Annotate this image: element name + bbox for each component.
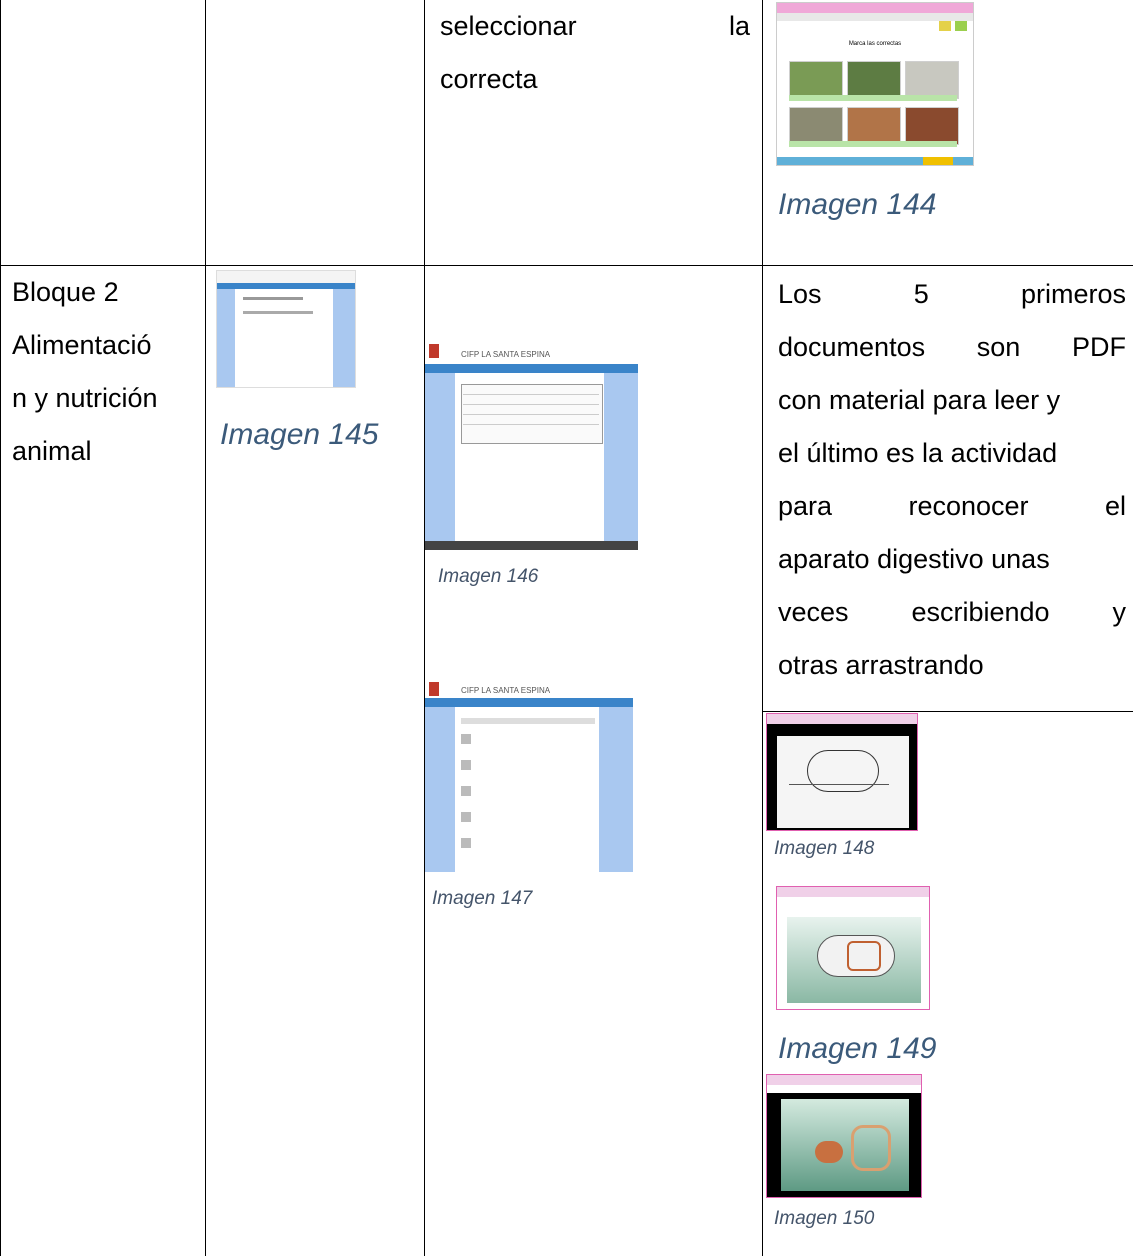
text-word: veces — [778, 597, 849, 627]
site-title: CIFP LA SANTA ESPINA — [461, 686, 551, 695]
text-line: otras arrastrando — [778, 650, 984, 680]
site-title: CIFP LA SANTA ESPINA — [461, 350, 551, 359]
text-line: n y nutrición — [12, 383, 158, 413]
caption-imagen-147: Imagen 147 — [432, 888, 533, 909]
row1-col3-text: seleccionar la correcta — [440, 0, 750, 106]
table-col-divider-2 — [424, 0, 425, 1256]
text-word: Los — [778, 279, 822, 309]
text-line: correcta — [440, 64, 538, 94]
screenshot-144: Marca las correctas — [776, 2, 974, 166]
text-line: aparato digestivo unas — [778, 544, 1050, 574]
text-word: primeros — [1020, 279, 1126, 309]
text-word: 5 — [913, 279, 929, 309]
caption-imagen-146: Imagen 146 — [438, 566, 539, 587]
text-word: seleccionar — [440, 11, 577, 41]
caption-imagen-148: Imagen 148 — [774, 838, 875, 859]
screenshot-150 — [766, 1074, 922, 1198]
table-col-divider-1 — [205, 0, 206, 1256]
img144-title: Marca las correctas — [848, 41, 902, 47]
text-word: la — [728, 11, 750, 41]
text-word: documentos — [778, 332, 926, 362]
screenshot-149 — [776, 886, 930, 1010]
text-line: con material para leer y — [778, 385, 1061, 415]
caption-imagen-150: Imagen 150 — [774, 1208, 875, 1229]
screenshot-147: CIFP LA SANTA ESPINA — [425, 676, 633, 872]
caption-imagen-145: Imagen 145 — [220, 418, 379, 451]
screenshot-148 — [766, 713, 918, 831]
text-word: son — [976, 332, 1021, 362]
text-line: animal — [12, 436, 92, 466]
table-border-left — [0, 0, 1, 1256]
screenshot-146: CIFP LA SANTA ESPINA — [425, 338, 638, 550]
text-word: PDF — [1071, 332, 1126, 362]
row2-col4-text: Los 5 primeros documentos son PDF con ma… — [778, 268, 1126, 692]
row2-col1-text: Bloque 2 Alimentació n y nutrición anima… — [12, 266, 202, 478]
text-word: reconocer — [908, 491, 1029, 521]
caption-imagen-149: Imagen 149 — [778, 1032, 937, 1065]
text-word: el — [1104, 491, 1126, 521]
text-line: Alimentació — [12, 330, 152, 360]
text-line: Bloque 2 — [12, 277, 119, 307]
text-word: y — [1112, 597, 1126, 627]
text-line: el último es la actividad — [778, 438, 1058, 468]
text-word: escribiendo — [911, 597, 1050, 627]
table-col-divider-3 — [762, 0, 763, 1256]
screenshot-145 — [216, 270, 356, 388]
table-cell-divider — [762, 711, 1133, 712]
caption-imagen-144: Imagen 144 — [778, 188, 937, 221]
text-word: para — [778, 491, 833, 521]
